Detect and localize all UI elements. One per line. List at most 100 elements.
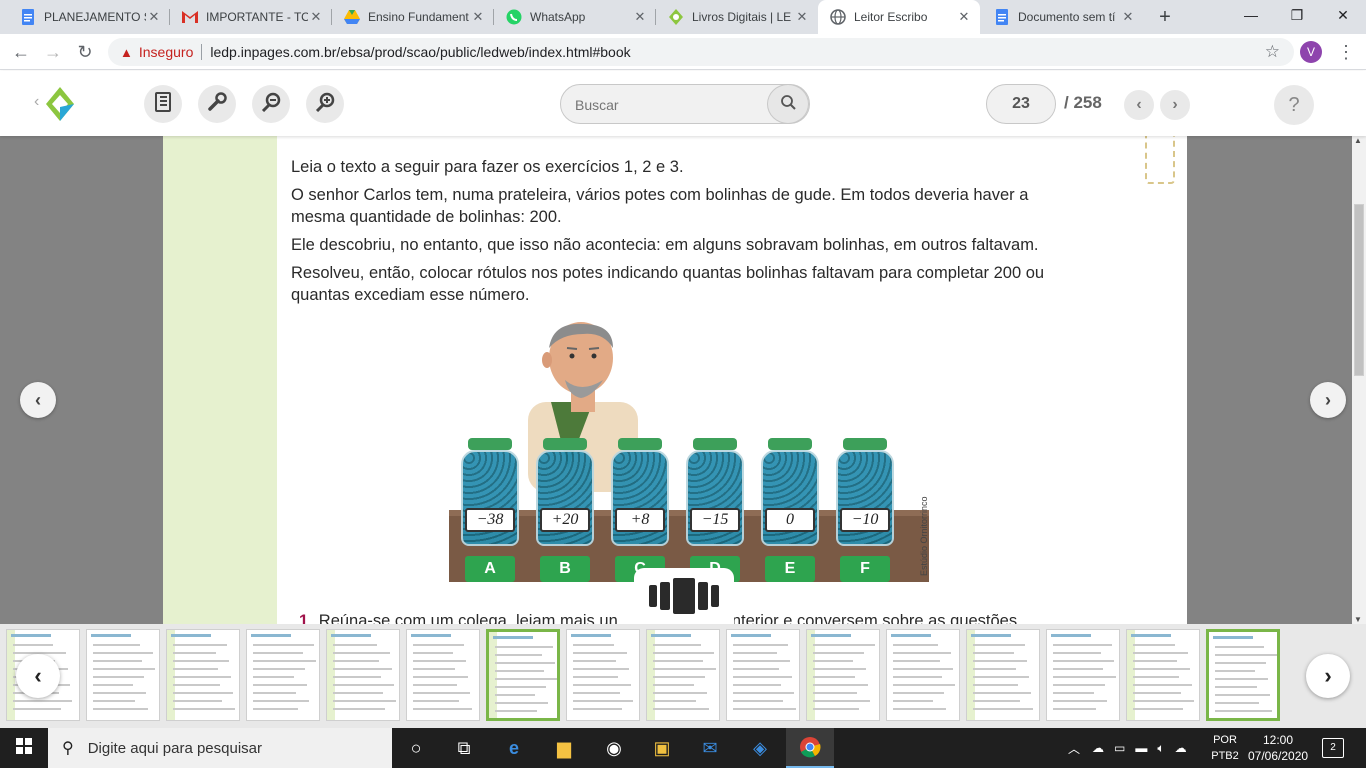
zoom-out-button[interactable] bbox=[252, 85, 290, 123]
page-thumbnail[interactable] bbox=[246, 629, 320, 721]
page-thumbnail[interactable] bbox=[886, 629, 960, 721]
url-text[interactable]: ledp.inpages.com.br/ebsa/prod/scao/publi… bbox=[210, 44, 630, 60]
next-page-side-button[interactable]: › bbox=[1310, 382, 1346, 418]
help-button[interactable]: ? bbox=[1274, 85, 1314, 125]
volume-icon[interactable]: 🔈︎ bbox=[1157, 741, 1164, 756]
tab-planejamento[interactable]: PLANEJAMENTO S ✕ bbox=[8, 0, 170, 34]
page-thumbnail-strip: ‹ › bbox=[0, 624, 1366, 728]
page-thumbnail[interactable] bbox=[406, 629, 480, 721]
obs-icon[interactable]: ◉ bbox=[590, 728, 638, 768]
app-logo[interactable] bbox=[46, 87, 74, 126]
page-thumbnail[interactable] bbox=[646, 629, 720, 721]
clock[interactable]: 12:00 07/06/2020 bbox=[1248, 732, 1308, 764]
reload-button[interactable]: ↻ bbox=[72, 39, 98, 65]
store-icon[interactable]: ▣ bbox=[638, 728, 686, 768]
previous-page-side-button[interactable]: ‹ bbox=[20, 382, 56, 418]
tab-ensino[interactable]: Ensino Fundament ✕ bbox=[332, 0, 494, 34]
thumbnail-line bbox=[253, 676, 294, 678]
page-thumbnail[interactable] bbox=[1206, 629, 1280, 721]
jar-label: +20 bbox=[540, 508, 590, 532]
battery-icon[interactable]: ▬ bbox=[1135, 741, 1147, 755]
tray-expand-icon[interactable]: ︿ bbox=[1068, 740, 1080, 757]
scroll-down-icon[interactable]: ▼ bbox=[1354, 615, 1362, 624]
close-tab-icon[interactable]: ✕ bbox=[632, 9, 648, 25]
previous-page-button[interactable]: ‹ bbox=[1124, 90, 1154, 120]
network-icon[interactable]: ▭ bbox=[1114, 741, 1125, 755]
mail-icon[interactable]: ✉ bbox=[686, 728, 734, 768]
close-tab-icon[interactable]: ✕ bbox=[146, 9, 162, 25]
page-thumbnail[interactable] bbox=[726, 629, 800, 721]
page-thumbnail[interactable] bbox=[486, 629, 560, 721]
collapse-chevron-icon[interactable]: ‹ bbox=[34, 93, 39, 111]
taskbar-search[interactable]: ⚲ Digite aqui para pesquisar bbox=[48, 728, 392, 768]
thumbnail-line bbox=[1053, 644, 1112, 646]
close-tab-icon[interactable]: ✕ bbox=[308, 9, 324, 25]
page-thumbnail[interactable] bbox=[326, 629, 400, 721]
next-page-button[interactable]: › bbox=[1160, 90, 1190, 120]
address-bar[interactable]: ▲ Inseguro ledp.inpages.com.br/ebsa/prod… bbox=[108, 38, 1294, 66]
page-number-input[interactable]: 23 bbox=[986, 84, 1056, 124]
back-button[interactable]: ← bbox=[8, 39, 34, 65]
page-thumbnail[interactable] bbox=[966, 629, 1040, 721]
close-tab-icon[interactable]: ✕ bbox=[470, 9, 486, 25]
thumbnail-line bbox=[333, 708, 385, 710]
book-search-input[interactable] bbox=[575, 95, 765, 115]
browser-menu-icon[interactable]: ⋮ bbox=[1336, 38, 1356, 66]
page-thumbnail[interactable] bbox=[86, 629, 160, 721]
tab-livros-digitais[interactable]: Livros Digitais | LE ✕ bbox=[656, 0, 818, 34]
thumbnail-line bbox=[333, 676, 381, 678]
thumbnail-strip-toggle[interactable] bbox=[634, 568, 734, 624]
tools-button[interactable] bbox=[198, 85, 236, 123]
strip-bar-icon bbox=[711, 585, 719, 607]
app-icon[interactable]: ◈ bbox=[736, 728, 784, 768]
chrome-icon[interactable] bbox=[786, 728, 834, 768]
task-view-icon[interactable]: ⧉ bbox=[440, 728, 488, 768]
close-tab-icon[interactable]: ✕ bbox=[1120, 9, 1136, 25]
file-explorer-icon[interactable]: ▆ bbox=[540, 728, 588, 768]
thumbnail-line bbox=[893, 652, 951, 654]
page-thumbnail[interactable] bbox=[806, 629, 880, 721]
notification-center-button[interactable]: 2 bbox=[1322, 738, 1344, 758]
onedrive-icon[interactable]: ☁ bbox=[1175, 741, 1187, 755]
maximize-button[interactable]: ❐ bbox=[1274, 0, 1320, 34]
security-label[interactable]: Inseguro bbox=[139, 44, 193, 60]
minimize-button[interactable]: — bbox=[1228, 0, 1274, 34]
page-thumbnail[interactable] bbox=[1126, 629, 1200, 721]
zoom-in-button[interactable] bbox=[306, 85, 344, 123]
thumbnail-heading bbox=[571, 634, 611, 637]
page-thumbnail[interactable] bbox=[166, 629, 240, 721]
thumbnail-line bbox=[813, 676, 855, 678]
jar-letter: A bbox=[465, 556, 515, 582]
start-button[interactable] bbox=[0, 728, 48, 768]
thumbnail-line bbox=[1133, 668, 1190, 670]
close-tab-icon[interactable]: ✕ bbox=[956, 9, 972, 25]
close-window-button[interactable]: ✕ bbox=[1320, 0, 1366, 34]
bookmark-star-icon[interactable]: ☆ bbox=[1265, 42, 1280, 62]
thumbnail-line bbox=[413, 644, 464, 646]
language-indicator[interactable]: POR PTB2 bbox=[1208, 732, 1242, 764]
forward-button[interactable]: → bbox=[40, 39, 66, 65]
thumbnail-line bbox=[1053, 708, 1096, 710]
thumbnails-next-button[interactable]: › bbox=[1306, 654, 1350, 698]
marble-jar: +8 bbox=[609, 438, 671, 550]
table-of-contents-button[interactable] bbox=[144, 85, 182, 123]
tab-importante[interactable]: IMPORTANTE - TO ✕ bbox=[170, 0, 332, 34]
page-thumbnail[interactable] bbox=[566, 629, 640, 721]
page-thumbnail[interactable] bbox=[1046, 629, 1120, 721]
scroll-up-icon[interactable]: ▲ bbox=[1354, 136, 1362, 145]
new-tab-button[interactable]: + bbox=[1152, 4, 1178, 30]
close-tab-icon[interactable]: ✕ bbox=[794, 9, 810, 25]
tab-whatsapp[interactable]: WhatsApp ✕ bbox=[494, 0, 656, 34]
scrollbar-thumb[interactable] bbox=[1354, 204, 1364, 376]
profile-avatar[interactable]: V bbox=[1300, 41, 1322, 63]
edge-icon[interactable]: e bbox=[490, 728, 538, 768]
vertical-scrollbar[interactable]: ▲ ▼ bbox=[1352, 136, 1366, 624]
search-button[interactable] bbox=[767, 84, 809, 124]
thumbnails-prev-button[interactable]: ‹ bbox=[16, 654, 60, 698]
reader-toolbar: ‹ 23 / 258 ‹ › ? bbox=[0, 71, 1366, 136]
tab-leitor-escribo[interactable]: Leitor Escribo ✕ bbox=[818, 0, 980, 34]
tray-app-icon[interactable]: ☁ bbox=[1092, 741, 1104, 755]
tab-documento[interactable]: Documento sem tí ✕ bbox=[982, 0, 1144, 34]
cortana-icon[interactable]: ○ bbox=[392, 728, 440, 768]
bookmark-ribbon[interactable] bbox=[1145, 136, 1175, 184]
